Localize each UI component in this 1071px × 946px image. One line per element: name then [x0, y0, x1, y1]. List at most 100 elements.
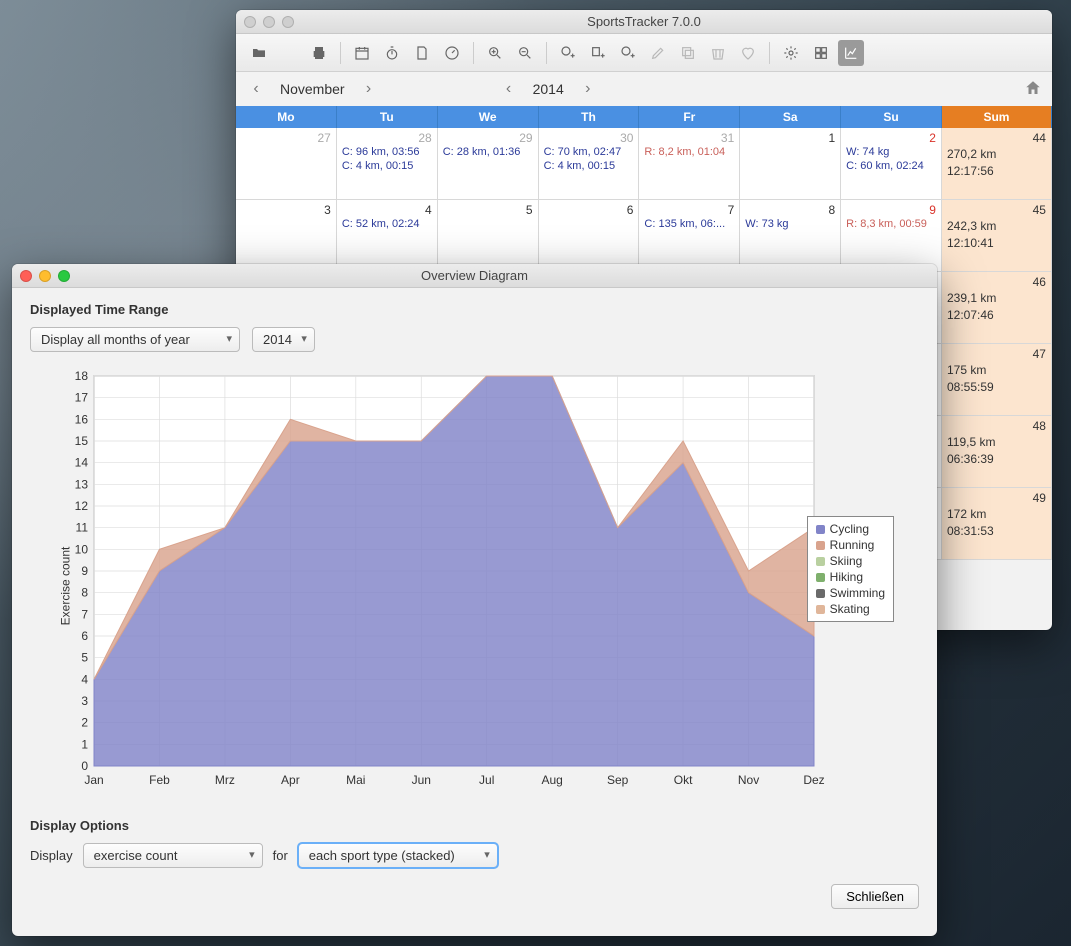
- calendar-cell[interactable]: 5: [438, 200, 539, 272]
- stopwatch-icon[interactable]: [379, 40, 405, 66]
- svg-text:1: 1: [81, 737, 88, 751]
- metric-select[interactable]: exercise count: [83, 843, 263, 868]
- grid-icon[interactable]: [808, 40, 834, 66]
- display-label: Display: [30, 848, 73, 863]
- day-header: Th: [539, 106, 640, 128]
- weight-icon[interactable]: [439, 40, 465, 66]
- svg-text:18: 18: [75, 369, 89, 383]
- chart-icon[interactable]: [838, 40, 864, 66]
- svg-text:14: 14: [75, 456, 89, 470]
- svg-text:6: 6: [81, 629, 88, 643]
- svg-text:Mai: Mai: [346, 773, 365, 787]
- svg-text:Jan: Jan: [84, 773, 103, 787]
- legend-item: Hiking: [816, 569, 885, 585]
- overview-title: Overview Diagram: [12, 268, 937, 283]
- settings-icon[interactable]: [778, 40, 804, 66]
- legend-item: Swimming: [816, 585, 885, 601]
- zoom-out-icon[interactable]: [512, 40, 538, 66]
- next-year-button[interactable]: ›: [578, 80, 598, 98]
- open-icon[interactable]: [246, 40, 272, 66]
- chart-legend: CyclingRunningSkiingHikingSwimmingSkatin…: [807, 516, 894, 622]
- calendar-cell[interactable]: 31R: 8,2 km, 01:04: [639, 128, 740, 200]
- day-header: Sum: [942, 106, 1052, 128]
- svg-text:Sep: Sep: [607, 773, 629, 787]
- y-axis-label: Exercise count: [58, 547, 72, 626]
- day-header: Su: [841, 106, 942, 128]
- week-summary[interactable]: 49172 km08:31:53: [942, 488, 1052, 560]
- calendar-cell[interactable]: 7C: 135 km, 06:...: [639, 200, 740, 272]
- add-exercise-icon[interactable]: [555, 40, 581, 66]
- calendar-cell[interactable]: 30C: 70 km, 02:47C: 4 km, 00:15: [539, 128, 640, 200]
- week-summary[interactable]: 48119,5 km06:36:39: [942, 416, 1052, 488]
- note-icon[interactable]: [409, 40, 435, 66]
- copy-icon[interactable]: [675, 40, 701, 66]
- calendar-cell[interactable]: 3: [236, 200, 337, 272]
- window-title: SportsTracker 7.0.0: [236, 14, 1052, 29]
- for-label: for: [273, 848, 288, 863]
- add-weight-icon[interactable]: [615, 40, 641, 66]
- svg-text:Aug: Aug: [542, 773, 563, 787]
- svg-text:Jun: Jun: [412, 773, 431, 787]
- time-range-label: Displayed Time Range: [30, 302, 919, 317]
- day-header: Fr: [639, 106, 740, 128]
- svg-text:Dez: Dez: [803, 773, 824, 787]
- calendar-cell[interactable]: 2W: 74 kgC: 60 km, 02:24: [841, 128, 942, 200]
- year-label: 2014: [533, 81, 564, 97]
- calendar-cell[interactable]: 27: [236, 128, 337, 200]
- legend-item: Skating: [816, 601, 885, 617]
- calendar-cell[interactable]: 4C: 52 km, 02:24: [337, 200, 438, 272]
- edit-icon[interactable]: [645, 40, 671, 66]
- calendar-cell[interactable]: 6: [539, 200, 640, 272]
- overview-chart: Exercise count 0123456789101112131415161…: [24, 366, 894, 806]
- add-note-icon[interactable]: [585, 40, 611, 66]
- svg-text:9: 9: [81, 564, 88, 578]
- svg-text:15: 15: [75, 434, 89, 448]
- week-summary[interactable]: 45242,3 km12:10:41: [942, 200, 1052, 272]
- close-button[interactable]: Schließen: [831, 884, 919, 909]
- calendar-cell[interactable]: 28C: 96 km, 03:56C: 4 km, 00:15: [337, 128, 438, 200]
- traffic-lights[interactable]: [244, 16, 294, 28]
- day-header: Tu: [337, 106, 438, 128]
- calendar-cell[interactable]: 29C: 28 km, 01:36: [438, 128, 539, 200]
- svg-text:Apr: Apr: [281, 773, 300, 787]
- prev-year-button[interactable]: ‹: [499, 80, 519, 98]
- svg-text:8: 8: [81, 586, 88, 600]
- legend-item: Skiing: [816, 553, 885, 569]
- traffic-lights[interactable]: [20, 270, 70, 282]
- home-icon[interactable]: [1024, 79, 1042, 100]
- calendar-cell[interactable]: 9R: 8,3 km, 00:59: [841, 200, 942, 272]
- grouping-select[interactable]: each sport type (stacked): [298, 843, 498, 868]
- calendar-cell[interactable]: 1: [740, 128, 841, 200]
- heart-icon[interactable]: [735, 40, 761, 66]
- year-select[interactable]: 2014: [252, 327, 315, 352]
- svg-text:Mrz: Mrz: [215, 773, 235, 787]
- save-icon[interactable]: [276, 40, 302, 66]
- svg-text:3: 3: [81, 694, 88, 708]
- date-nav: ‹ November › ‹ 2014 ›: [236, 72, 1052, 106]
- week-summary[interactable]: 44270,2 km12:17:56: [942, 128, 1052, 200]
- svg-text:10: 10: [75, 542, 89, 556]
- svg-text:5: 5: [81, 651, 88, 665]
- svg-text:11: 11: [76, 521, 89, 535]
- next-month-button[interactable]: ›: [359, 80, 379, 98]
- svg-text:0: 0: [81, 759, 88, 773]
- print-icon[interactable]: [306, 40, 332, 66]
- zoom-in-icon[interactable]: [482, 40, 508, 66]
- prev-month-button[interactable]: ‹: [246, 80, 266, 98]
- legend-item: Running: [816, 537, 885, 553]
- calendar-cell[interactable]: 8W: 73 kg: [740, 200, 841, 272]
- main-titlebar[interactable]: SportsTracker 7.0.0: [236, 10, 1052, 34]
- week-summary[interactable]: 47175 km08:55:59: [942, 344, 1052, 416]
- calendar-icon[interactable]: [349, 40, 375, 66]
- day-header: Mo: [236, 106, 337, 128]
- legend-item: Cycling: [816, 521, 885, 537]
- time-range-select[interactable]: Display all months of year: [30, 327, 240, 352]
- day-header: Sa: [740, 106, 841, 128]
- overview-titlebar[interactable]: Overview Diagram: [12, 264, 937, 288]
- svg-text:7: 7: [81, 607, 88, 621]
- svg-text:Feb: Feb: [149, 773, 170, 787]
- day-header: We: [438, 106, 539, 128]
- week-summary[interactable]: 46239,1 km12:07:46: [942, 272, 1052, 344]
- delete-icon[interactable]: [705, 40, 731, 66]
- display-options-label: Display Options: [30, 818, 919, 833]
